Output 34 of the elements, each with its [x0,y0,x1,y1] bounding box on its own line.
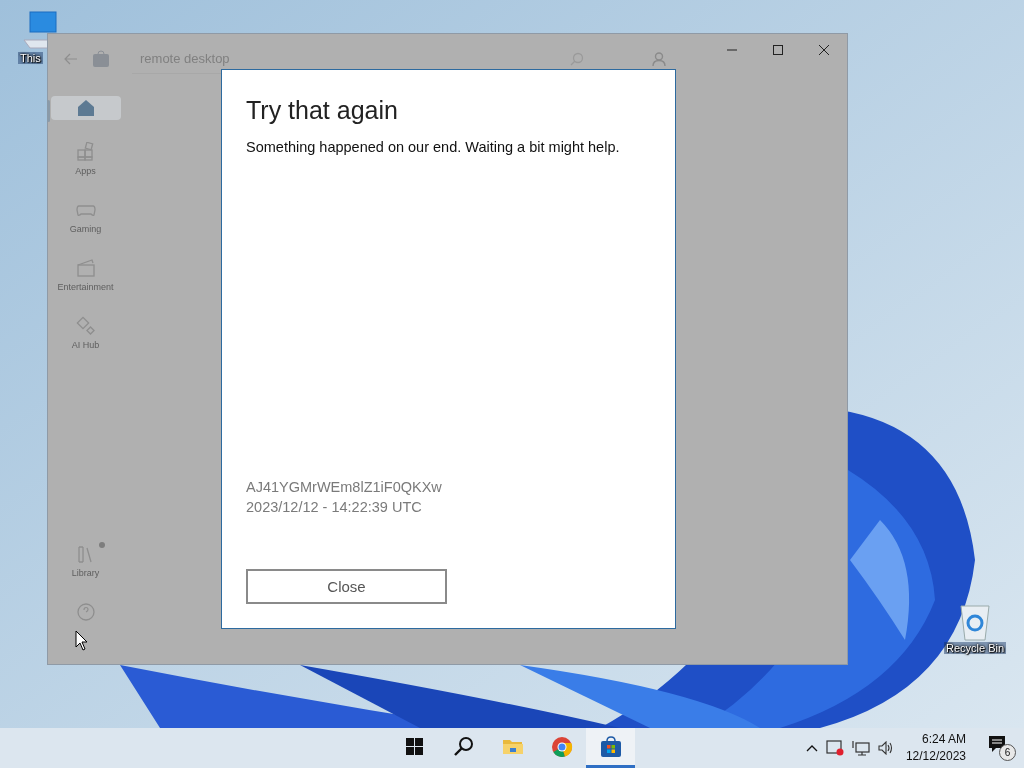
sidebar-item[interactable]: Entertainment [50,256,121,294]
sidebar-item[interactable]: Library [50,542,121,580]
chevron-up-icon[interactable] [805,744,818,752]
clock-date: 12/12/2023 [905,748,966,765]
error-message: Something happened on our end. Waiting a bit might help. [246,139,621,155]
clapperboard-icon [75,258,96,278]
notification-count: 6 [999,744,1016,761]
sparkle-icon [75,316,96,336]
windows-icon [403,735,426,758]
close-icon[interactable] [819,45,829,55]
cursor-icon [75,630,89,651]
shopping-bag-icon [599,735,622,758]
apps-icon [75,142,96,162]
close-button[interactable]: Close [246,569,447,604]
notification-dot [98,542,105,548]
taskbar-button[interactable] [586,728,635,768]
sidebar-item[interactable]: Apps [50,140,121,178]
speaker-icon[interactable] [877,741,894,755]
home-icon [75,98,96,118]
desktop-icon-label: This [18,52,43,64]
search-icon [452,735,475,758]
maximize-icon[interactable] [773,45,783,55]
message-icon[interactable] [988,735,1006,753]
dialog-title: Try that again [246,96,399,125]
clock-time: 6:24 AM [921,731,966,748]
error-code: AJ41YGMrWEm8lZ1iF0QKXw [246,478,443,497]
sidebar-item[interactable] [50,96,121,120]
help-icon [75,602,96,622]
network-warning-icon[interactable] [825,740,844,756]
sidebar-item[interactable]: AI Hub [50,314,121,352]
monitor-icon[interactable] [851,740,870,756]
chrome-icon [550,735,573,758]
sidebar-item[interactable]: Gaming [50,198,121,236]
error-timestamp: 2023/12/12 - 14:22:39 UTC [246,498,423,517]
